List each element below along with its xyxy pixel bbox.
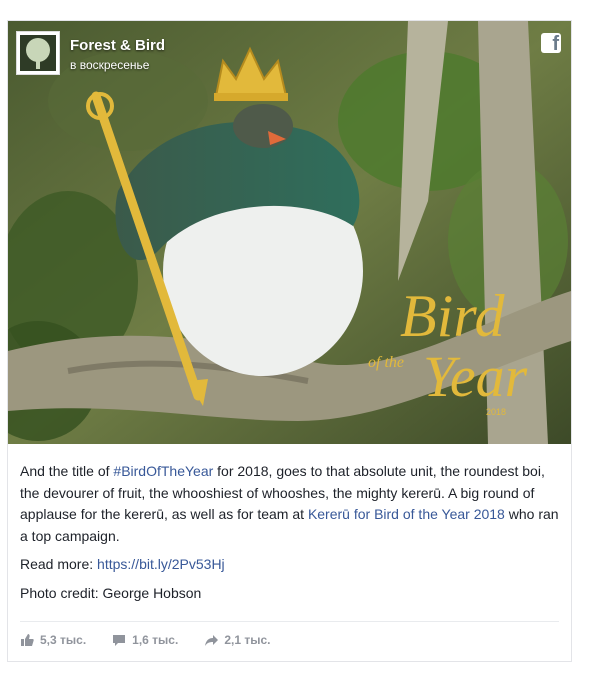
- page-name-link[interactable]: Forest & Bird: [70, 37, 165, 54]
- share-arrow-icon: [205, 635, 219, 646]
- read-more-link[interactable]: https://bit.ly/2Pv53Hj: [97, 556, 225, 572]
- likes-count[interactable]: 5,3 тыс.: [20, 633, 86, 647]
- likes-value: 5,3 тыс.: [40, 633, 87, 647]
- divider: [20, 621, 559, 622]
- comments-count[interactable]: 1,6 тыс.: [112, 633, 178, 647]
- campaign-link[interactable]: Kererū for Bird of the Year 2018: [308, 506, 505, 522]
- facebook-icon[interactable]: f: [541, 33, 561, 53]
- page-avatar[interactable]: [16, 31, 60, 75]
- hashtag-link[interactable]: #BirdOfTheYear: [113, 463, 213, 479]
- post-message: And the title of #BirdOfTheYear for 2018…: [20, 461, 560, 547]
- comment-icon: [113, 635, 126, 646]
- photo-credit: Photo credit: George Hobson: [20, 584, 202, 601]
- shares-value: 2,1 тыс.: [224, 633, 271, 647]
- comments-value: 1,6 тыс.: [132, 633, 179, 647]
- read-more-line: Read more: https://bit.ly/2Pv53Hj: [20, 554, 560, 576]
- post-body: And the title of #BirdOfTheYear for 2018…: [20, 461, 560, 611]
- thumbs-up-icon: [21, 634, 34, 646]
- message-part: And the title of: [20, 463, 114, 479]
- post-header: Forest & Bird в воскресенье: [16, 31, 165, 83]
- shares-count[interactable]: 2,1 тыс.: [204, 633, 270, 647]
- tree-logo-icon: [20, 35, 56, 71]
- read-more-label: Read more:: [20, 556, 98, 572]
- kereru-photo-illustration: [8, 21, 571, 444]
- page-meta: Forest & Bird в воскресенье: [70, 37, 165, 72]
- post-photo[interactable]: Forest & Bird в воскресенье f Bird of th…: [8, 21, 571, 444]
- post-timestamp[interactable]: в воскресенье: [70, 58, 165, 72]
- reaction-stats-bar: 5,3 тыс. 1,6 тыс. 2,1 тыс.: [20, 633, 296, 647]
- facebook-post-card: Forest & Bird в воскресенье f Bird of th…: [7, 20, 572, 662]
